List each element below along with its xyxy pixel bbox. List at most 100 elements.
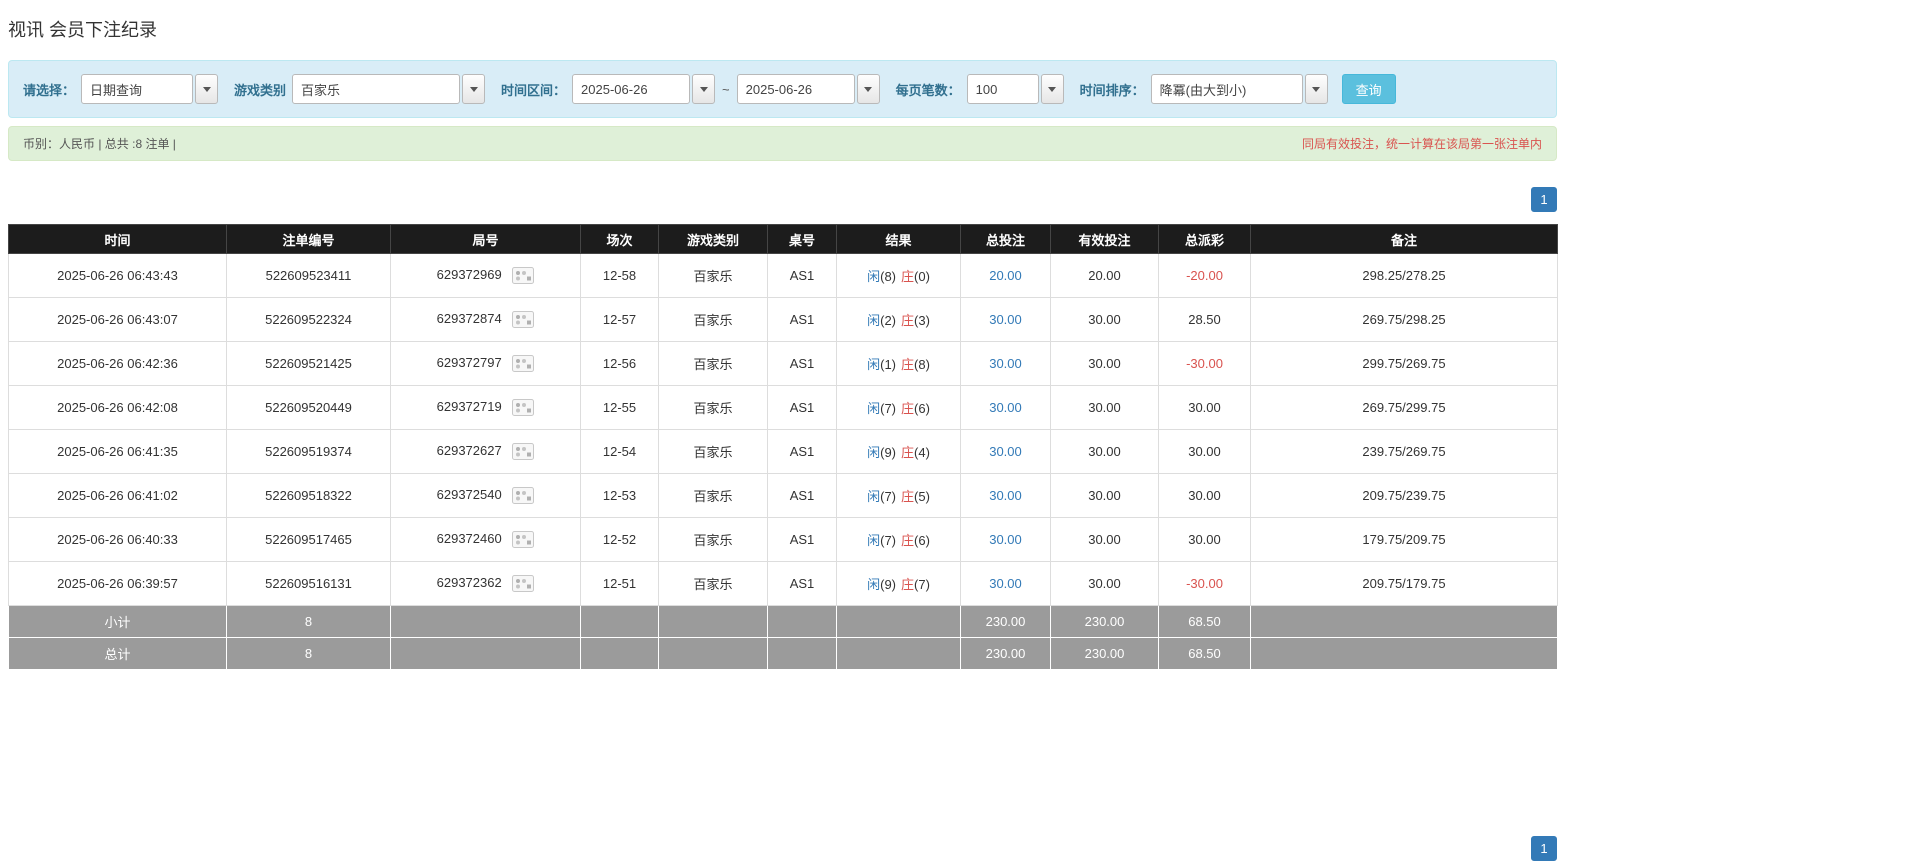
per-page-dropdown-button[interactable] bbox=[1040, 74, 1064, 104]
empty-cell bbox=[390, 605, 581, 638]
cell-time: 2025-06-26 06:41:02 bbox=[8, 473, 227, 518]
total-bet-link[interactable]: 30.00 bbox=[960, 385, 1051, 430]
cell-bet-id: 522609519374 bbox=[226, 429, 391, 474]
time-sort-input[interactable] bbox=[1150, 74, 1303, 104]
player-result-score: (8) bbox=[880, 269, 896, 284]
banker-result-label: 庄 bbox=[901, 313, 915, 328]
round-number: 629372627 bbox=[436, 442, 502, 458]
game-type-dropdown-button[interactable] bbox=[462, 74, 486, 104]
pagination-bottom: 1 bbox=[8, 836, 1557, 861]
per-page-label: 每页笔数： bbox=[895, 82, 961, 98]
payout-cell: -30.00 bbox=[1158, 341, 1251, 386]
cell-session: 12-52 bbox=[580, 517, 659, 562]
total-row: 总计 8 230.00 230.00 68.50 bbox=[8, 637, 1558, 670]
subtotal-total-bet: 230.00 bbox=[960, 605, 1051, 638]
player-result-score: (7) bbox=[880, 401, 896, 416]
date-to-input[interactable] bbox=[736, 74, 855, 104]
table-row: 2025-06-26 06:42:36 522609521425 6293727… bbox=[8, 341, 1558, 386]
cell-result: 闲(9) 庄(4) bbox=[836, 429, 961, 474]
cell-session: 12-58 bbox=[580, 253, 659, 298]
player-result-score: (7) bbox=[880, 489, 896, 504]
player-result-score: (7) bbox=[880, 533, 896, 548]
roadmap-icon[interactable] bbox=[512, 267, 535, 285]
date-query-input[interactable] bbox=[81, 74, 194, 104]
player-result-label: 闲 bbox=[867, 445, 881, 460]
cell-valid-bet: 30.00 bbox=[1050, 341, 1159, 386]
cell-remark: 269.75/299.75 bbox=[1250, 385, 1558, 430]
empty-cell bbox=[836, 637, 961, 670]
total-bet-link[interactable]: 30.00 bbox=[960, 473, 1051, 518]
caret-down-icon bbox=[864, 86, 873, 92]
game-type-select bbox=[292, 74, 486, 104]
total-count: 8 bbox=[226, 637, 391, 670]
payout-cell: 28.50 bbox=[1158, 297, 1251, 342]
banker-result-score: (6) bbox=[914, 533, 930, 548]
cell-remark: 299.75/269.75 bbox=[1250, 341, 1558, 386]
roadmap-icon[interactable] bbox=[512, 355, 535, 373]
player-result-score: (2) bbox=[880, 313, 896, 328]
search-button[interactable]: 查询 bbox=[1341, 74, 1396, 104]
cell-table-no: AS1 bbox=[767, 517, 837, 562]
total-bet-link[interactable]: 20.00 bbox=[960, 253, 1051, 298]
time-sort-label: 时间排序： bbox=[1079, 82, 1145, 98]
roadmap-icon[interactable] bbox=[512, 575, 535, 593]
time-range-label: 时间区间： bbox=[501, 82, 567, 98]
roadmap-icon[interactable] bbox=[512, 399, 535, 417]
subtotal-payout: 68.50 bbox=[1158, 605, 1251, 638]
player-result-label: 闲 bbox=[867, 313, 881, 328]
round-number: 629372460 bbox=[436, 530, 502, 546]
time-sort-dropdown-button[interactable] bbox=[1304, 74, 1328, 104]
date-query-select bbox=[81, 74, 219, 104]
total-bet-link[interactable]: 30.00 bbox=[960, 429, 1051, 474]
player-result-score: (9) bbox=[880, 445, 896, 460]
total-bet-link[interactable]: 30.00 bbox=[960, 561, 1051, 606]
cell-table-no: AS1 bbox=[767, 253, 837, 298]
cell-time: 2025-06-26 06:42:36 bbox=[8, 341, 227, 386]
cell-valid-bet: 30.00 bbox=[1050, 473, 1159, 518]
total-total-bet: 230.00 bbox=[960, 637, 1051, 670]
cell-round: 629372460 bbox=[390, 517, 581, 562]
cell-session: 12-51 bbox=[580, 561, 659, 606]
cell-remark: 209.75/179.75 bbox=[1250, 561, 1558, 606]
per-page-input[interactable] bbox=[966, 74, 1039, 104]
total-bet-link[interactable]: 30.00 bbox=[960, 341, 1051, 386]
game-type-label: 游戏类别 bbox=[234, 82, 287, 98]
cell-round: 629372627 bbox=[390, 429, 581, 474]
header-session: 场次 bbox=[580, 224, 659, 254]
date-from-input[interactable] bbox=[572, 74, 691, 104]
game-type-input[interactable] bbox=[292, 74, 461, 104]
cell-round: 629372362 bbox=[390, 561, 581, 606]
page-button-1[interactable]: 1 bbox=[1531, 836, 1557, 861]
total-bet-link[interactable]: 30.00 bbox=[960, 517, 1051, 562]
table-row: 2025-06-26 06:43:43 522609523411 6293729… bbox=[8, 253, 1558, 298]
date-query-dropdown-button[interactable] bbox=[195, 74, 219, 104]
date-to-dropdown-button[interactable] bbox=[856, 74, 880, 104]
banker-result-score: (0) bbox=[914, 269, 930, 284]
banker-result-label: 庄 bbox=[901, 269, 915, 284]
banker-result-score: (3) bbox=[914, 313, 930, 328]
total-bet-link[interactable]: 30.00 bbox=[960, 297, 1051, 342]
cell-remark: 209.75/239.75 bbox=[1250, 473, 1558, 518]
roadmap-icon[interactable] bbox=[512, 531, 535, 549]
cell-remark: 269.75/298.25 bbox=[1250, 297, 1558, 342]
select-label: 请选择： bbox=[23, 82, 76, 98]
cell-valid-bet: 30.00 bbox=[1050, 517, 1159, 562]
round-number: 629372874 bbox=[436, 310, 502, 326]
banker-result-label: 庄 bbox=[901, 533, 915, 548]
cell-bet-id: 522609521425 bbox=[226, 341, 391, 386]
cell-remark: 298.25/278.25 bbox=[1250, 253, 1558, 298]
cell-table-no: AS1 bbox=[767, 561, 837, 606]
roadmap-icon[interactable] bbox=[512, 487, 535, 505]
roadmap-icon[interactable] bbox=[512, 443, 535, 461]
banker-result-label: 庄 bbox=[901, 489, 915, 504]
player-result-label: 闲 bbox=[867, 533, 881, 548]
cell-game-type: 百家乐 bbox=[658, 297, 768, 342]
cell-round: 629372719 bbox=[390, 385, 581, 430]
cell-result: 闲(9) 庄(7) bbox=[836, 561, 961, 606]
cell-valid-bet: 30.00 bbox=[1050, 561, 1159, 606]
page-button-1[interactable]: 1 bbox=[1531, 187, 1557, 212]
cell-game-type: 百家乐 bbox=[658, 385, 768, 430]
date-from-dropdown-button[interactable] bbox=[692, 74, 716, 104]
roadmap-icon[interactable] bbox=[512, 311, 535, 329]
player-result-score: (1) bbox=[880, 357, 896, 372]
